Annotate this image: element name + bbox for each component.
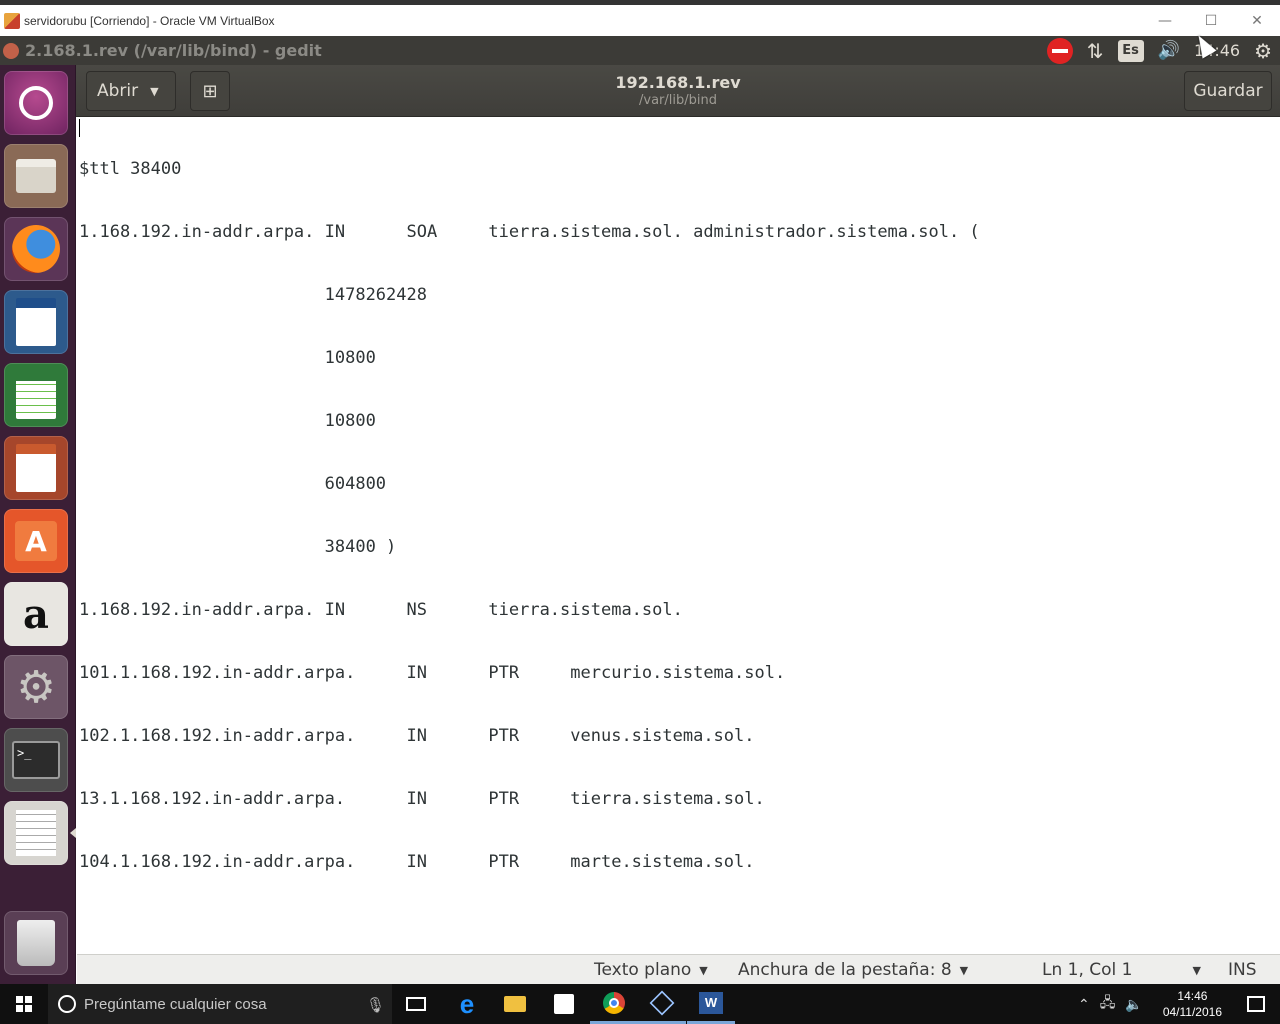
editor-content[interactable]: $ttl 38400 1.168.192.in-addr.arpa. IN SO… [79,117,980,915]
impress-launcher-icon[interactable] [4,436,68,500]
virtualbox-app-icon [4,12,20,29]
task-view-button[interactable] [392,984,440,1024]
chevron-down-icon: ▼ [959,963,969,977]
start-button[interactable] [0,984,48,1024]
file-explorer-taskbar-button[interactable] [491,984,539,1024]
system-menu-gear-icon[interactable]: ⚙ [1254,39,1272,63]
tab-width-selector[interactable]: Anchura de la pestaña: 8 ▼ [738,960,968,980]
system-tray: ⌃ 🖧 🔈 14:46 04/11/2016 [1078,984,1280,1024]
word-icon: W [699,991,723,1014]
text-editor[interactable]: $ttl 38400 1.168.192.in-addr.arpa. IN SO… [77,117,1280,954]
task-view-icon [406,997,426,1011]
files-launcher-icon[interactable] [4,144,68,208]
ubuntu-software-launcher-icon[interactable]: A [4,509,68,573]
system-settings-launcher-icon[interactable]: ⚙ [4,655,68,719]
cortana-icon [58,995,76,1013]
language-label: Texto plano [594,960,692,980]
maximize-button[interactable]: ☐ [1188,5,1234,36]
terminal-launcher-icon[interactable]: >_ [4,728,68,792]
cortana-search-box[interactable]: Pregúntame cualquier cosa [48,984,392,1024]
keyboard-layout-indicator[interactable]: Es [1117,39,1144,62]
document-path: /var/lib/bind [639,93,717,108]
gedit-headerbar: Abrir ▼ ⊞ 192.168.1.rev /var/lib/bind Gu… [76,65,1280,117]
firefox-launcher-icon[interactable] [4,217,68,281]
taskbar-time: 14:46 [1177,989,1208,1003]
word-taskbar-button[interactable]: W [687,984,735,1024]
editor-line[interactable]: 1478262428 [79,285,980,306]
editor-line[interactable]: 10800 [79,411,980,432]
taskbar-clock[interactable]: 14:46 04/11/2016 [1163,988,1222,1020]
cursor-position-selector[interactable]: Ln 1, Col 1 ▼ [1042,960,1201,980]
network-disconnected-icon[interactable] [1046,37,1073,64]
chevron-up-icon[interactable]: ⌃ [1078,996,1090,1013]
language-selector[interactable]: Texto plano ▼ [594,960,708,980]
volume-icon[interactable]: 🔈 [1125,996,1142,1013]
editor-line[interactable]: $ttl 38400 [79,159,980,180]
chrome-taskbar-button[interactable] [590,984,638,1024]
dash-launcher-icon[interactable] [4,71,68,135]
editor-line[interactable]: 101.1.168.192.in-addr.arpa. IN PTR mercu… [79,663,980,684]
editor-line[interactable]: 13.1.168.192.in-addr.arpa. IN PTR tierra… [79,789,980,810]
ubuntu-top-panel: 2.168.1.rev (/var/lib/bind) - gedit ⇅ Es… [0,36,1280,65]
folder-icon [504,996,526,1012]
unity-launcher: A a ⚙ >_ [0,65,76,984]
editor-line[interactable]: 102.1.168.192.in-addr.arpa. IN PTR venus… [79,726,980,747]
taskbar-date: 04/11/2016 [1162,1005,1222,1019]
windows-logo-icon [16,996,32,1012]
virtualbox-titlebar: servidorubu [Corriendo] - Oracle VM Virt… [0,0,1280,36]
notification-icon [1247,996,1265,1012]
minimize-button[interactable]: — [1142,5,1188,36]
window-controls: — ☐ ✕ [1142,5,1280,36]
amazon-launcher-icon[interactable]: a [4,582,68,646]
chevron-down-icon: ▼ [1192,963,1201,977]
editor-line[interactable]: 10800 [79,348,980,369]
panel-window-title: 2.168.1.rev (/var/lib/bind) - gedit [25,41,322,60]
network-transfer-icon[interactable]: ⇅ [1087,39,1104,63]
virtualbox-taskbar-button[interactable] [638,984,686,1024]
panel-indicators: ⇅ Es 🔊 14:46 ⚙ [1046,36,1272,65]
search-placeholder: Pregúntame cualquier cosa [84,995,267,1013]
editor-line[interactable]: 38400 ) [79,537,980,558]
gedit-launcher-icon[interactable] [4,801,68,865]
document-title: 192.168.1.rev [615,73,741,92]
chevron-down-icon: ▼ [699,963,708,977]
microphone-icon[interactable]: 🎙 [366,996,385,1014]
network-icon[interactable]: 🖧 [1100,992,1116,1016]
editor-line[interactable]: 1.168.192.in-addr.arpa. IN SOA tierra.si… [79,222,980,243]
gedit-statusbar: Texto plano ▼ Anchura de la pestaña: 8 ▼… [77,954,1280,984]
virtualbox-window-title: servidorubu [Corriendo] - Oracle VM Virt… [24,13,275,28]
store-icon [554,994,574,1014]
close-button[interactable]: ✕ [1234,5,1280,36]
writer-launcher-icon[interactable] [4,290,68,354]
cursor-position-label: Ln 1, Col 1 [1042,960,1133,980]
editor-line[interactable]: 104.1.168.192.in-addr.arpa. IN PTR marte… [79,852,980,873]
trash-launcher-icon[interactable] [4,911,68,975]
editor-line[interactable]: 1.168.192.in-addr.arpa. IN NS tierra.sis… [79,600,980,621]
tab-width-label: Anchura de la pestaña: 8 [738,960,952,980]
edge-taskbar-button[interactable]: e [443,984,491,1024]
window-close-icon[interactable] [3,42,19,59]
save-button[interactable]: Guardar [1184,71,1272,111]
store-taskbar-button[interactable] [540,984,588,1024]
active-app-arrow-icon [70,828,76,838]
action-center-button[interactable] [1232,984,1280,1024]
virtualbox-icon [649,990,675,1015]
chrome-icon [603,991,625,1014]
volume-icon[interactable]: 🔊 [1158,40,1180,61]
editor-line[interactable]: 604800 [79,474,980,495]
insert-mode-indicator[interactable]: INS [1228,960,1257,980]
edge-icon: e [459,988,475,1019]
calc-launcher-icon[interactable] [4,363,68,427]
